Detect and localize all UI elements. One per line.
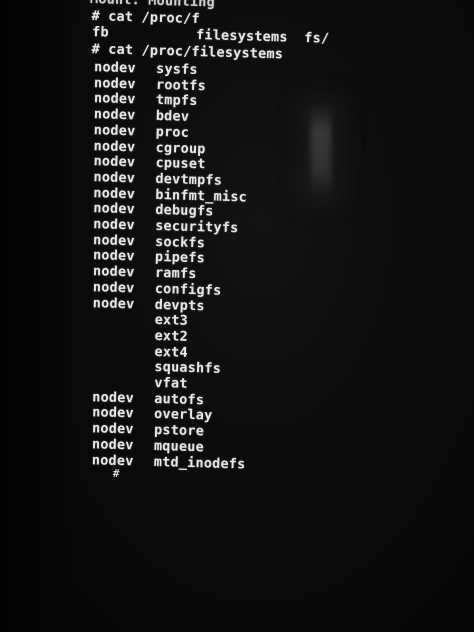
filesystem-name: ext4 [154, 343, 189, 361]
filesystem-flag: nodev [93, 200, 136, 218]
filesystem-flag: nodev [93, 137, 136, 155]
filesystem-name: vfat [154, 374, 188, 392]
filesystem-flag: nodev [93, 169, 136, 187]
filesystem-name: pstore [153, 422, 205, 440]
terminal-screen: Mount: Mounting # cat /proc/f fb filesys… [0, 0, 474, 632]
filesystem-name: sysfs [155, 60, 198, 79]
filesystem-flag: nodev [93, 153, 136, 171]
filesystem-name: proc [155, 123, 190, 141]
filesystem-flag: nodev [93, 90, 136, 108]
filesystem-flag: nodev [91, 420, 134, 438]
filesystem-flag: nodev [92, 247, 135, 265]
filesystem-flag: nodev [92, 294, 135, 312]
filesystem-name: tmpfs [155, 92, 198, 110]
filesystem-flag: nodev [93, 121, 136, 140]
filesystem-flag: nodev [92, 278, 135, 297]
filesystem-name: ext2 [154, 327, 189, 345]
completion-option: fb [91, 24, 109, 41]
shell-prompt[interactable]: # [113, 467, 120, 480]
filesystem-flag: nodev [91, 436, 134, 454]
filesystem-flag: nodev [93, 59, 136, 77]
screen-bezel [0, 0, 78, 632]
filesystem-flag: nodev [93, 106, 136, 124]
filesystem-name: mtd_inodefs [153, 453, 246, 473]
filesystem-name: bdev [155, 107, 190, 125]
filesystem-name: ramfs [154, 265, 197, 283]
filesystem-name: pipefs [154, 249, 206, 267]
filesystem-name: cpuset [155, 155, 206, 173]
filesystem-flag: nodev [92, 263, 135, 281]
filesystem-flag: nodev [93, 216, 136, 234]
filesystem-flag: nodev [91, 404, 135, 422]
filesystem-name: mqueue [153, 437, 205, 456]
filesystem-name: ext3 [154, 312, 189, 330]
